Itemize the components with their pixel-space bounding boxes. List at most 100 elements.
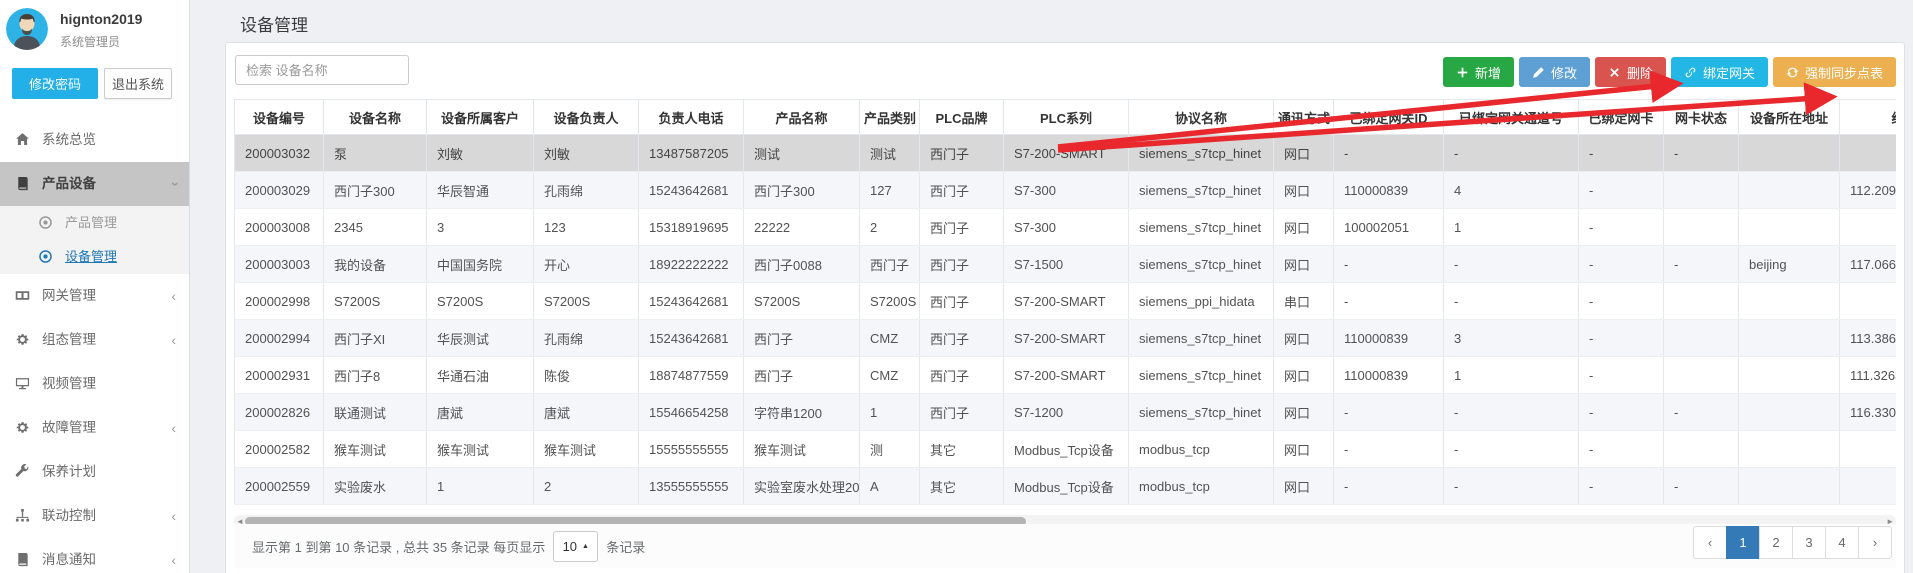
table-cell: 实验废水 bbox=[324, 468, 427, 505]
column-header: 已绑定网关通道号 bbox=[1444, 100, 1579, 135]
page-next-button[interactable]: › bbox=[1858, 526, 1892, 559]
button-label: 删除 bbox=[1627, 63, 1653, 82]
table-cell: 西门子 bbox=[920, 209, 1004, 246]
column-header: PLC系列 bbox=[1004, 100, 1129, 135]
table-cell: 2 bbox=[534, 468, 639, 505]
table-cell: 陈俊 bbox=[534, 357, 639, 394]
table-cell bbox=[1739, 283, 1840, 320]
sidebar-item-linkage-control[interactable]: 联动控制‹ bbox=[0, 494, 189, 538]
edit-button[interactable]: 修改 bbox=[1519, 57, 1590, 87]
page-button-3[interactable]: 3 bbox=[1792, 526, 1826, 559]
sidebar-item-hmi-manage[interactable]: 组态管理‹ bbox=[0, 318, 189, 362]
sidebar-item-product-manage[interactable]: 产品管理 bbox=[0, 206, 189, 240]
table-cell: - bbox=[1444, 135, 1579, 172]
sidebar-item-fault-manage[interactable]: 故障管理‹ bbox=[0, 406, 189, 450]
table-cell: - bbox=[1444, 394, 1579, 431]
plus-icon bbox=[1456, 66, 1469, 79]
table-row[interactable]: 200003029西门子300华辰智通孔雨绵15243642681西门子3001… bbox=[235, 172, 1897, 209]
table-row[interactable]: 200003032泵刘敏刘敏13487587205测试测试西门子S7-200-S… bbox=[235, 135, 1897, 172]
table-cell: 116.3303 bbox=[1840, 394, 1897, 431]
sidebar-item-device-manage[interactable]: 设备管理 bbox=[0, 240, 189, 274]
table-row[interactable]: 200002559实验废水1213555555555实验室废水处理2019A其它… bbox=[235, 468, 1897, 505]
user-card: hignton2019 系统管理员 bbox=[0, 0, 189, 58]
table-cell bbox=[1840, 431, 1897, 468]
table-cell: 3 bbox=[427, 209, 534, 246]
table-row[interactable]: 200002994西门子XI华辰测试孔雨绵15243642681西门子CMZ西门… bbox=[235, 320, 1897, 357]
sidebar-item-label: 消息通知 bbox=[42, 538, 96, 573]
page-prev-button[interactable]: ‹ bbox=[1693, 526, 1727, 559]
sitemap-icon bbox=[15, 508, 31, 524]
table-row[interactable]: 200002582猴车测试猴车测试猴车测试15555555555猴车测试测其它M… bbox=[235, 431, 1897, 468]
table-row[interactable]: 200003003我的设备中国国务院开心18922222222西门子0088西门… bbox=[235, 246, 1897, 283]
table-cell: Modbus_Tcp设备 bbox=[1004, 431, 1129, 468]
sidebar-item-maintain-plan[interactable]: 保养计划 bbox=[0, 450, 189, 494]
table-cell: 4 bbox=[1444, 172, 1579, 209]
column-header: 产品名称 bbox=[744, 100, 860, 135]
monitor-icon bbox=[15, 376, 31, 392]
records-summary: 显示第 1 到第 10 条记录 , 总共 35 条记录 每页显示 10 ▲ 条记… bbox=[252, 524, 645, 568]
table-cell: - bbox=[1579, 246, 1664, 283]
delete-button[interactable]: 删除 bbox=[1595, 57, 1666, 87]
table-cell: 实验室废水处理2019 bbox=[744, 468, 860, 505]
table-cell: - bbox=[1579, 135, 1664, 172]
table-cell: 网口 bbox=[1274, 468, 1334, 505]
table-cell: 1 bbox=[1444, 357, 1579, 394]
column-header: 网卡状态 bbox=[1664, 100, 1739, 135]
sidebar-item-gateway-manage[interactable]: 网关管理‹ bbox=[0, 274, 189, 318]
sidebar-item-label: 视频管理 bbox=[42, 362, 96, 406]
table-cell: 西门子300 bbox=[744, 172, 860, 209]
table-cell: - bbox=[1579, 468, 1664, 505]
table-row[interactable]: 200002826联通测试唐斌唐斌15546654258字符串12001西门子S… bbox=[235, 394, 1897, 431]
user-role: 系统管理员 bbox=[60, 33, 120, 50]
change-password-button[interactable]: 修改密码 bbox=[12, 68, 98, 99]
page-button-4[interactable]: 4 bbox=[1825, 526, 1859, 559]
table-cell: 西门子 bbox=[920, 172, 1004, 209]
column-header: 协议名称 bbox=[1129, 100, 1274, 135]
sidebar-item-product-device[interactable]: 产品设备‹ bbox=[0, 162, 189, 206]
page-button-2[interactable]: 2 bbox=[1759, 526, 1793, 559]
table-cell: 网口 bbox=[1274, 246, 1334, 283]
table-cell: - bbox=[1579, 209, 1664, 246]
add-button[interactable]: 新增 bbox=[1443, 57, 1514, 87]
logout-button[interactable]: 退出系统 bbox=[104, 68, 172, 99]
sidebar-item-video-manage[interactable]: 视频管理 bbox=[0, 362, 189, 406]
sidebar-item-system-overview[interactable]: 系统总览 bbox=[0, 118, 189, 162]
table-cell bbox=[1840, 468, 1897, 505]
table-cell: siemens_s7tcp_hinet bbox=[1129, 320, 1274, 357]
table-row[interactable]: 200002998S7200SS7200SS7200S15243642681S7… bbox=[235, 283, 1897, 320]
column-header: 已绑定网卡 bbox=[1579, 100, 1664, 135]
force-sync-button[interactable]: 强制同步点表 bbox=[1773, 57, 1896, 87]
table-cell: - bbox=[1664, 135, 1739, 172]
table-cell: 中国国务院 bbox=[427, 246, 534, 283]
column-header: 设备所在地址 bbox=[1739, 100, 1840, 135]
page-button-1[interactable]: 1 bbox=[1726, 526, 1760, 559]
table-cell: S7-200-SMART bbox=[1004, 320, 1129, 357]
home-icon bbox=[15, 132, 31, 148]
table-cell: S7-300 bbox=[1004, 209, 1129, 246]
table-row[interactable]: 200002931西门子8华通石油陈俊18874877559西门子CMZ西门子S… bbox=[235, 357, 1897, 394]
bind-gateway-button[interactable]: 绑定网关 bbox=[1671, 57, 1768, 87]
table-cell: - bbox=[1579, 394, 1664, 431]
sidebar-item-label: 组态管理 bbox=[42, 318, 96, 362]
table-cell bbox=[1739, 357, 1840, 394]
table-row[interactable]: 2000030082345312315318919695222222西门子S7-… bbox=[235, 209, 1897, 246]
table-cell bbox=[1739, 172, 1840, 209]
search-input[interactable] bbox=[235, 55, 409, 85]
table-cell: 唐斌 bbox=[427, 394, 534, 431]
toolbar: 新增修改 删除绑定网关强制同步点表 bbox=[1438, 57, 1896, 87]
header-row: 设备编号设备名称设备所属客户设备负责人负责人电话产品名称产品类别PLC品牌PLC… bbox=[235, 100, 1897, 135]
table-cell: 字符串1200 bbox=[744, 394, 860, 431]
summary-prefix: 显示第 1 到第 10 条记录 , 总共 35 条记录 每页显示 bbox=[252, 537, 545, 556]
table-cell: - bbox=[1444, 431, 1579, 468]
table-cell: 网口 bbox=[1274, 209, 1334, 246]
table-cell: - bbox=[1334, 394, 1444, 431]
table-cell: S7200S bbox=[534, 283, 639, 320]
sidebar-item-message-notify[interactable]: 消息通知‹ bbox=[0, 538, 189, 573]
table-cell: siemens_s7tcp_hinet bbox=[1129, 172, 1274, 209]
page-size-dropdown[interactable]: 10 ▲ bbox=[553, 531, 598, 562]
table-cell bbox=[1739, 468, 1840, 505]
table-cell: 联通测试 bbox=[324, 394, 427, 431]
panel-footer: 显示第 1 到第 10 条记录 , 总共 35 条记录 每页显示 10 ▲ 条记… bbox=[234, 524, 1896, 568]
table-cell: 113.3868 bbox=[1840, 320, 1897, 357]
sidebar: hignton2019 系统管理员 修改密码 退出系统 系统总览产品设备‹产品管… bbox=[0, 0, 190, 573]
